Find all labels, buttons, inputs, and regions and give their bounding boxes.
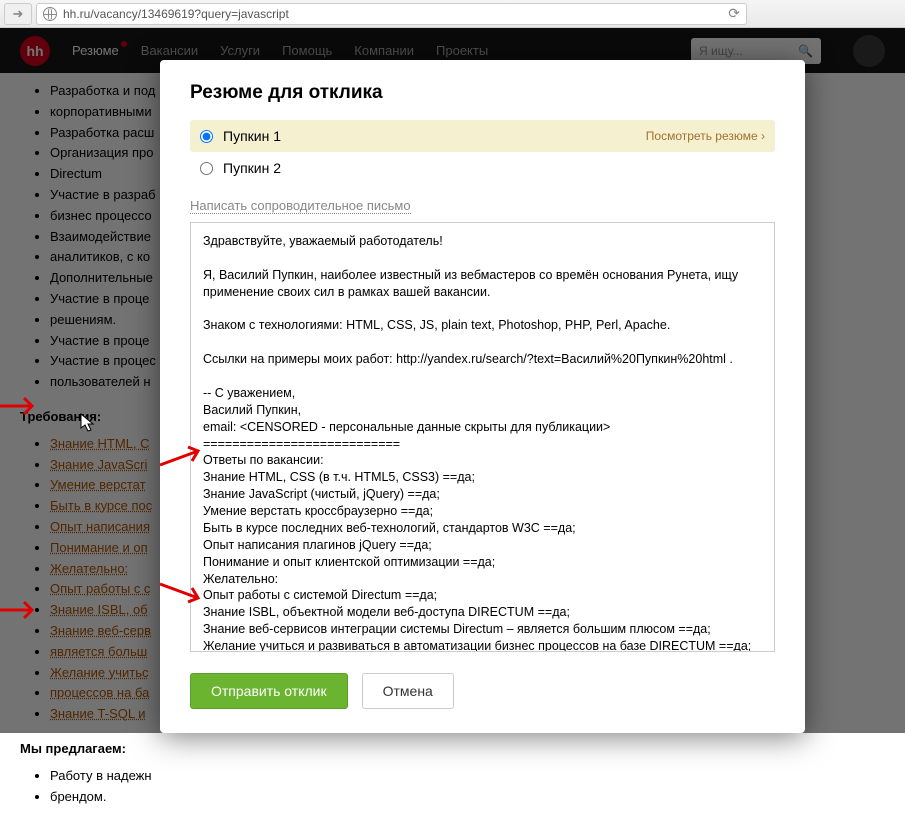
offer-title: Мы предлагаем: [20, 739, 885, 760]
list-item: Работу в надежн [50, 766, 885, 787]
submit-button[interactable]: Отправить отклик [190, 673, 348, 709]
modal-actions: Отправить отклик Отмена [190, 673, 775, 709]
nav-forward-button[interactable]: ➜ [4, 3, 32, 25]
resume-label-2: Пупкин 2 [223, 160, 765, 176]
resume-option-1[interactable]: Пупкин 1 Посмотреть резюме › [190, 120, 775, 152]
resume-label-1: Пупкин 1 [223, 128, 636, 144]
browser-chrome: ➜ hh.ru/vacancy/13469619?query=javascrip… [0, 0, 905, 28]
address-bar[interactable]: hh.ru/vacancy/13469619?query=javascript … [36, 3, 747, 25]
cover-letter-textarea[interactable] [190, 222, 775, 652]
view-resume-link[interactable]: Посмотреть резюме › [646, 129, 765, 143]
globe-icon [43, 7, 57, 21]
resume-option-2[interactable]: Пупкин 2 [190, 152, 775, 184]
cover-letter-toggle[interactable]: Написать сопроводительное письмо [190, 198, 411, 214]
refresh-icon[interactable]: ⟳ [728, 5, 740, 22]
cancel-button[interactable]: Отмена [362, 673, 454, 709]
resume-radio-2[interactable] [200, 162, 213, 175]
url-text: hh.ru/vacancy/13469619?query=javascript [63, 7, 289, 21]
apply-modal: Резюме для отклика Пупкин 1 Посмотреть р… [160, 60, 805, 733]
list-item: брендом. [50, 787, 885, 808]
resume-radio-1[interactable] [200, 130, 213, 143]
modal-title: Резюме для отклика [190, 82, 775, 104]
